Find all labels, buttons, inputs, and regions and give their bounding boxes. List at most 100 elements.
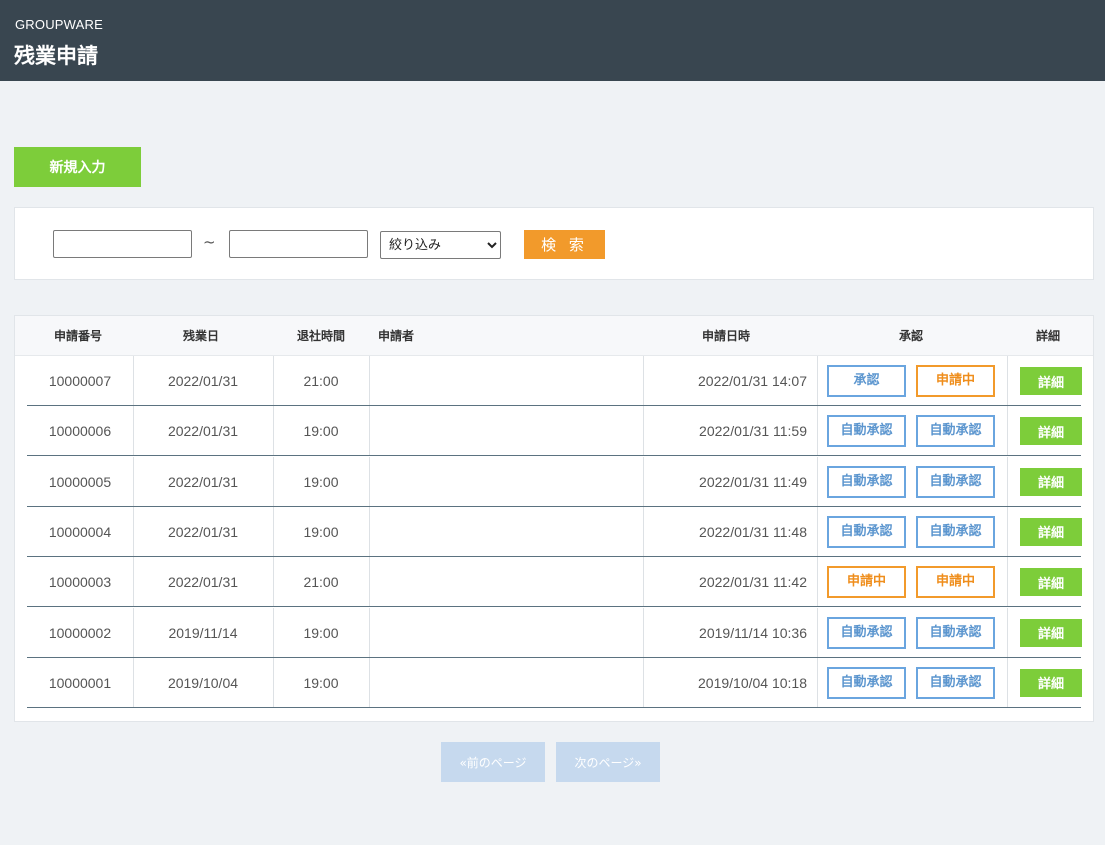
- detail-button[interactable]: 詳細: [1020, 517, 1082, 546]
- column-divider: [817, 506, 818, 556]
- cell-leave-time: 19:00: [303, 523, 339, 540]
- approval-status-badge[interactable]: 申請中: [827, 566, 906, 599]
- search-button[interactable]: 検 索: [524, 230, 605, 259]
- prev-page-button[interactable]: «前のページ: [441, 742, 545, 782]
- cell-request-datetime: 2019/11/14 10:36: [699, 624, 807, 641]
- column-divider: [1007, 506, 1008, 556]
- column-divider: [369, 657, 370, 707]
- table-row: 10000005 2022/01/31 19:00 2022/01/31 11:49 自…: [27, 456, 1082, 507]
- cell-leave-time: 19:00: [303, 624, 339, 641]
- table-header: 申請番号 残業日 退社時間 申請者 申請日時 承認 詳細: [15, 316, 1093, 356]
- cell-request-no: 10000005: [48, 473, 112, 490]
- approval-status-badge[interactable]: 自動承認: [916, 515, 995, 548]
- column-divider: [643, 456, 644, 506]
- column-divider: [273, 657, 274, 707]
- approval-status-badge[interactable]: 自動承認: [827, 465, 906, 498]
- search-panel: ~ 絞り込み 検 索: [14, 207, 1094, 280]
- cell-applicant: [369, 406, 643, 456]
- cell-overtime-date: 2019/11/14: [168, 624, 238, 641]
- approval-status-badge[interactable]: 自動承認: [916, 415, 995, 448]
- approval-status-badge[interactable]: 自動承認: [827, 616, 906, 649]
- approval-status-badge[interactable]: 申請中: [916, 566, 995, 599]
- detail-button[interactable]: 詳細: [1020, 668, 1082, 697]
- cell-applicant: [369, 356, 643, 406]
- table-row: 10000001 2019/10/04 19:00 2019/10/04 10:18 自…: [27, 657, 1082, 708]
- table-row: 10000007 2022/01/31 21:00 2022/01/31 14:07 承…: [27, 356, 1082, 406]
- column-divider: [817, 406, 818, 456]
- column-divider: [369, 607, 370, 657]
- overtime-table: 申請番号 残業日 退社時間 申請者 申請日時 承認 詳細 10000007 202…: [14, 315, 1094, 722]
- column-divider: [643, 356, 644, 405]
- approval-status-badge[interactable]: 承認: [827, 365, 906, 397]
- new-entry-button[interactable]: 新規入力: [14, 147, 141, 187]
- next-page-button[interactable]: 次のページ»: [556, 742, 660, 782]
- app-header: GROUPWARE 残業申請: [0, 0, 1105, 81]
- column-divider: [133, 356, 134, 405]
- approval-status-badge[interactable]: 自動承認: [916, 616, 995, 649]
- column-divider: [643, 406, 644, 456]
- approval-status-badge[interactable]: 自動承認: [916, 666, 995, 699]
- column-divider: [273, 356, 274, 405]
- cell-request-no: 10000002: [48, 624, 112, 641]
- detail-button[interactable]: 詳細: [1020, 467, 1082, 496]
- cell-overtime-date: 2022/01/31: [167, 473, 239, 490]
- header-overtime-date: 残業日: [183, 329, 220, 343]
- cell-applicant: [369, 457, 643, 507]
- column-divider: [817, 607, 818, 657]
- column-divider: [133, 657, 134, 707]
- cell-request-no: 10000006: [48, 423, 112, 440]
- detail-button[interactable]: 詳細: [1020, 417, 1082, 446]
- column-divider: [369, 406, 370, 456]
- column-divider: [1007, 456, 1008, 506]
- cell-leave-time: 19:00: [303, 473, 339, 490]
- approval-status-badge[interactable]: 自動承認: [827, 666, 906, 699]
- date-to-input[interactable]: [229, 230, 368, 258]
- table-row: 10000004 2022/01/31 19:00 2022/01/31 11:48 自…: [27, 506, 1082, 557]
- page-title: 残業申請: [14, 44, 98, 68]
- detail-button[interactable]: 詳細: [1020, 568, 1082, 597]
- column-divider: [1007, 607, 1008, 657]
- header-approval: 承認: [899, 329, 924, 343]
- cell-overtime-date: 2022/01/31: [167, 373, 239, 389]
- cell-applicant: [369, 608, 643, 658]
- column-divider: [133, 406, 134, 456]
- column-divider: [643, 557, 644, 607]
- cell-overtime-date: 2022/01/31: [167, 574, 239, 591]
- detail-button[interactable]: 詳細: [1020, 618, 1082, 647]
- cell-request-datetime: 2022/01/31 14:07: [698, 373, 807, 389]
- column-divider: [369, 557, 370, 607]
- cell-request-datetime: 2022/01/31 11:42: [699, 574, 807, 591]
- filter-select[interactable]: 絞り込み: [380, 231, 501, 259]
- cell-overtime-date: 2022/01/31: [167, 523, 239, 540]
- table-row: 10000002 2019/11/14 19:00 2019/11/14 10:36 自…: [27, 607, 1082, 658]
- cell-applicant: [369, 557, 643, 607]
- date-from-input[interactable]: [53, 230, 192, 258]
- detail-button[interactable]: 詳細: [1020, 367, 1082, 395]
- header-request-no: 申請番号: [54, 329, 103, 343]
- column-divider: [643, 506, 644, 556]
- column-divider: [369, 506, 370, 556]
- table-row: 10000006 2022/01/31 19:00 2022/01/31 11:59 自…: [27, 406, 1082, 457]
- column-divider: [133, 456, 134, 506]
- approval-status-badge[interactable]: 自動承認: [827, 415, 906, 448]
- column-divider: [273, 557, 274, 607]
- cell-request-no: 10000004: [48, 523, 112, 540]
- approval-status-badge[interactable]: 自動承認: [827, 515, 906, 548]
- column-divider: [1007, 406, 1008, 456]
- column-divider: [1007, 657, 1008, 707]
- cell-request-no: 10000001: [48, 674, 112, 691]
- date-range-separator: ~: [203, 233, 216, 251]
- column-divider: [133, 557, 134, 607]
- header-applicant: 申請者: [378, 329, 415, 343]
- cell-request-no: 10000003: [48, 574, 112, 591]
- column-divider: [273, 607, 274, 657]
- cell-request-datetime: 2019/10/04 10:18: [698, 674, 807, 691]
- cell-request-no: 10000007: [48, 373, 112, 389]
- app-name: GROUPWARE: [15, 17, 103, 32]
- cell-overtime-date: 2022/01/31: [167, 423, 239, 440]
- approval-status-badge[interactable]: 申請中: [916, 365, 995, 397]
- cell-leave-time: 19:00: [303, 423, 339, 440]
- approval-status-badge[interactable]: 自動承認: [916, 465, 995, 498]
- column-divider: [369, 456, 370, 506]
- cell-leave-time: 21:00: [303, 574, 339, 591]
